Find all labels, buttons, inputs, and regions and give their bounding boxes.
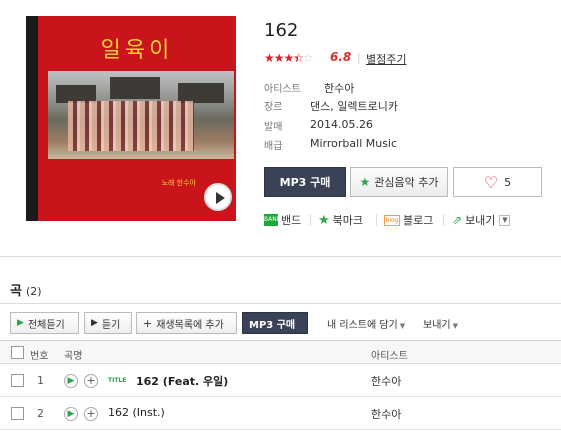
- track-number: 2: [37, 407, 44, 420]
- share-divider: [443, 214, 444, 226]
- rate-link[interactable]: 별점주기: [366, 51, 406, 67]
- chevron-down-icon[interactable]: ▼: [499, 214, 511, 226]
- heart-icon: ♡: [483, 172, 499, 192]
- share-band-button[interactable]: BAND 밴드: [264, 212, 301, 228]
- rating-divider: |: [357, 51, 361, 64]
- listen-label: 듣기: [101, 319, 121, 331]
- toolbar-send-label: 보내기: [423, 320, 451, 331]
- song-table-header: 번호 곡명 아티스트: [0, 340, 561, 364]
- share-bookmark-button[interactable]: ★ 북마크: [318, 212, 363, 228]
- play-all-button[interactable]: ▶ 전체듣기: [10, 312, 79, 334]
- album-cover: 일육이 노래 한수아: [26, 16, 236, 221]
- add-playlist-label: 재생목록에 추가: [156, 319, 224, 331]
- meta-key: 장르: [264, 102, 283, 113]
- play-all-label: 전체듣기: [27, 319, 65, 331]
- star-icon: ★: [359, 175, 371, 189]
- col-title: 곡명: [64, 351, 83, 362]
- cover-title: 일육이: [100, 38, 174, 63]
- row-checkbox[interactable]: [11, 407, 24, 420]
- rating-score: 6.8: [330, 50, 352, 64]
- row-add-icon[interactable]: +: [84, 374, 98, 388]
- add-playlist-button[interactable]: + 재생목록에 추가: [136, 312, 237, 334]
- listen-button[interactable]: ▶ 듣기: [84, 312, 132, 334]
- share-send-button[interactable]: ⇗ 보내기 ▼: [452, 212, 511, 228]
- songs-count: (2): [25, 285, 42, 298]
- col-num: 번호: [30, 351, 49, 362]
- meta-key: 배급: [264, 141, 283, 152]
- meta-value: Mirrorball Music: [310, 137, 398, 150]
- meta-artist-link[interactable]: 한수아: [324, 80, 354, 96]
- songs-header: 곡 (2): [10, 280, 42, 299]
- meta-key: 발매: [264, 122, 283, 133]
- caret-down-icon: ▼: [452, 322, 458, 330]
- play-icon: ▶: [17, 318, 24, 328]
- add-favorite-button[interactable]: ★ 관심음악 추가: [350, 167, 448, 197]
- meta-value: 2014.05.26: [310, 118, 373, 131]
- share-divider: [310, 214, 311, 226]
- select-all-checkbox[interactable]: [11, 346, 24, 359]
- share-blog-button[interactable]: blog 블로그: [384, 212, 433, 228]
- track-number: 1: [37, 374, 44, 387]
- share-send-label: 보내기: [465, 214, 496, 227]
- bookmark-star-icon: ★: [318, 212, 330, 228]
- share-divider: [376, 214, 377, 226]
- song-title[interactable]: 162 (Feat. 우일): [136, 373, 228, 389]
- add-my-list-label: 내 리스트에 담기: [327, 320, 398, 331]
- share-band-label: 밴드: [281, 214, 302, 227]
- song-title[interactable]: 162 (Inst.): [108, 406, 165, 419]
- cover-subtitle: 노래 한수아: [161, 179, 196, 187]
- like-count: 5: [504, 175, 512, 189]
- toolbar-mp3-button[interactable]: MP3 구매: [242, 312, 308, 334]
- table-row: 2 ▶ + 162 (Inst.) 한수아: [0, 397, 561, 430]
- share-bookmark-label: 북마크: [332, 214, 364, 227]
- row-play-icon[interactable]: ▶: [64, 407, 78, 421]
- row-play-icon[interactable]: ▶: [64, 374, 78, 388]
- meta-value: 댄스, 일렉트로니카: [310, 100, 398, 113]
- like-button[interactable]: ♡ 5: [453, 167, 542, 197]
- play-icon: ▶: [91, 318, 98, 328]
- rating-stars: ★★★☆★☆: [264, 51, 314, 65]
- album-play-button[interactable]: [204, 183, 232, 211]
- col-artist: 아티스트: [371, 351, 408, 362]
- send-icon: ⇗: [452, 213, 463, 227]
- title-track-badge: TITLE: [108, 377, 127, 384]
- section-divider: [0, 256, 561, 257]
- plus-icon: +: [143, 316, 153, 330]
- add-my-list-dropdown[interactable]: 내 리스트에 담기 ▼: [327, 316, 405, 331]
- song-artist[interactable]: 한수아: [371, 406, 401, 422]
- songs-title: 곡: [10, 284, 22, 299]
- blog-icon: blog: [384, 214, 400, 226]
- add-favorite-label: 관심음악 추가: [374, 176, 439, 189]
- row-add-icon[interactable]: +: [84, 407, 98, 421]
- meta-key: 아티스트: [264, 84, 301, 95]
- cover-photo: [48, 71, 234, 159]
- mp3-buy-button[interactable]: MP3 구매: [264, 167, 346, 197]
- toolbar-send-dropdown[interactable]: 보내기 ▼: [423, 316, 458, 331]
- row-checkbox[interactable]: [11, 374, 24, 387]
- caret-down-icon: ▼: [399, 322, 406, 330]
- share-blog-label: 블로그: [403, 214, 434, 227]
- song-artist[interactable]: 한수아: [371, 373, 401, 389]
- band-icon: BAND: [264, 214, 281, 226]
- album-title: 162: [264, 20, 299, 41]
- table-row: 1 ▶ + TITLE 162 (Feat. 우일) 한수아: [0, 364, 561, 397]
- section-divider: [0, 303, 561, 304]
